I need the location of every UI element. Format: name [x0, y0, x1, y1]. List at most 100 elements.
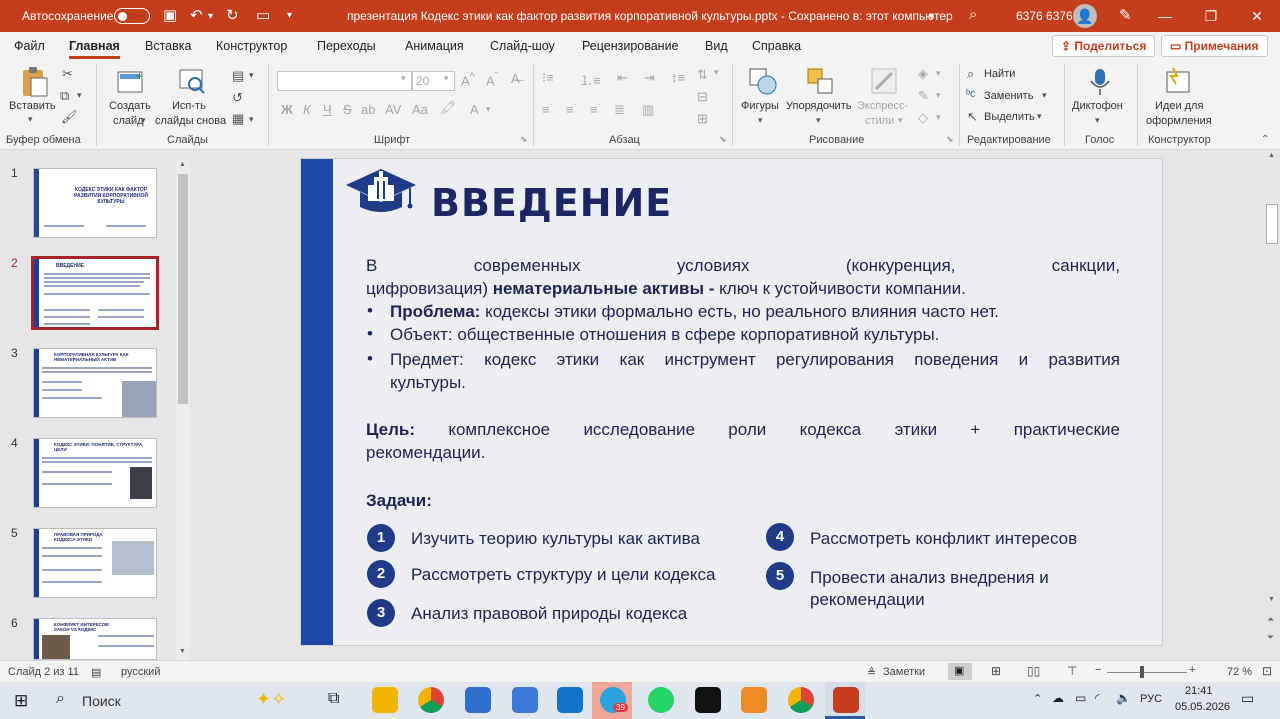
- dark-app-icon[interactable]: [695, 687, 721, 713]
- shape-fill-icon[interactable]: ◈: [918, 66, 928, 82]
- clear-format-icon[interactable]: A̶: [511, 71, 520, 86]
- search-icon[interactable]: ⌕: [969, 6, 977, 23]
- collapse-ribbon-icon[interactable]: ⌃: [1261, 134, 1269, 145]
- close-button[interactable]: ✕: [1234, 0, 1280, 32]
- notifications-icon[interactable]: ▭: [1241, 690, 1254, 707]
- align-center-icon[interactable]: ≡: [566, 102, 574, 117]
- numbering-icon[interactable]: ⒈≡: [580, 70, 601, 89]
- shapes-dropdown-icon[interactable]: ▾: [758, 115, 763, 126]
- increase-indent-icon[interactable]: ⇥: [644, 70, 655, 86]
- slide-sorter-icon[interactable]: ⊞: [991, 664, 1001, 678]
- smartart-icon[interactable]: ⊞: [697, 111, 708, 127]
- whatsapp-icon[interactable]: [648, 687, 674, 713]
- zoom-level[interactable]: 72 %: [1227, 666, 1252, 678]
- new-slide-label-1[interactable]: Создать: [109, 99, 151, 114]
- undo-dropdown-icon[interactable]: ▾: [208, 11, 213, 22]
- wifi-icon[interactable]: ◜: [1095, 691, 1100, 705]
- share-button[interactable]: ⇪ Поделиться: [1052, 35, 1156, 57]
- reading-view-icon[interactable]: ▯▯: [1027, 664, 1040, 678]
- bold-button[interactable]: Ж: [281, 102, 293, 117]
- avatar[interactable]: 👤: [1073, 4, 1097, 28]
- zoom-slider[interactable]: [1107, 672, 1187, 673]
- normal-view-button[interactable]: ▣: [948, 663, 972, 680]
- shape-outline-icon[interactable]: ✎: [918, 88, 929, 104]
- justify-icon[interactable]: ≣: [614, 102, 625, 118]
- new-slide-label-2[interactable]: слайд: [113, 114, 144, 129]
- tray-chevron-icon[interactable]: ⌃: [1033, 692, 1042, 705]
- section-icon[interactable]: ▦: [232, 111, 244, 127]
- drawing-dialog-launcher-icon[interactable]: ⬊: [946, 134, 954, 145]
- font-size-dropdown-icon[interactable]: ▾: [444, 73, 449, 84]
- present-icon[interactable]: ▭: [256, 6, 270, 24]
- tab-animations[interactable]: Анимация: [405, 39, 464, 53]
- slide-thumbnail-6[interactable]: КОНФЛИКТ ИНТЕРЕСОВ: ЗАКОН VS КОДЕКС: [33, 618, 157, 660]
- arrange-dropdown-icon[interactable]: ▾: [816, 115, 821, 126]
- zoom-in-icon[interactable]: +: [1189, 664, 1195, 676]
- title-dropdown-icon[interactable]: ▼: [927, 11, 936, 21]
- scroll-up-icon[interactable]: ▲: [1268, 152, 1275, 159]
- new-slide-icon[interactable]: +: [116, 68, 146, 98]
- zoom-slider-thumb[interactable]: [1140, 666, 1144, 678]
- tab-help[interactable]: Справка: [752, 39, 801, 53]
- align-text-icon[interactable]: ⊟: [697, 89, 708, 105]
- format-painter-icon[interactable]: 🖌: [61, 109, 78, 125]
- store-icon[interactable]: [465, 687, 491, 713]
- slide-thumbnail-3[interactable]: КОРПОРАТИВНАЯ КУЛЬТУРА КАК НЕМАТЕРИАЛЬНЫ…: [33, 348, 157, 418]
- font-name-field[interactable]: [277, 71, 412, 91]
- cut-icon[interactable]: ✂: [62, 66, 73, 82]
- new-slide-dropdown-icon[interactable]: ▾: [141, 115, 146, 126]
- scroll-up-icon[interactable]: ▲: [179, 161, 186, 168]
- layout-icon[interactable]: ▤: [232, 68, 244, 84]
- notes-icon[interactable]: ≜: [867, 666, 876, 679]
- prev-slide-icon[interactable]: ⏶: [1267, 614, 1274, 625]
- copy-dropdown-icon[interactable]: ▾: [77, 90, 82, 101]
- arrange-label[interactable]: Упорядочить: [786, 99, 851, 114]
- change-case-icon[interactable]: Aa: [412, 102, 428, 117]
- scroll-down-icon[interactable]: ▼: [1268, 596, 1275, 603]
- strikethrough-button[interactable]: S: [343, 102, 352, 117]
- shapes-icon[interactable]: [748, 67, 778, 97]
- shapes-label[interactable]: Фигуры: [741, 99, 779, 114]
- char-spacing-icon[interactable]: AV: [385, 102, 401, 117]
- font-name-dropdown-icon[interactable]: ▾: [401, 73, 406, 84]
- shrink-font-icon[interactable]: Aˇ: [486, 71, 498, 88]
- font-dialog-launcher-icon[interactable]: ⬊: [520, 134, 528, 145]
- comments-button[interactable]: ▭ Примечания: [1161, 35, 1268, 57]
- minimize-button[interactable]: —: [1142, 0, 1188, 32]
- select-label[interactable]: Выделить: [984, 110, 1035, 125]
- shape-effects-dropdown-icon[interactable]: ▾: [936, 112, 941, 123]
- copy-icon[interactable]: ⧉: [60, 88, 69, 104]
- align-left-icon[interactable]: ≡: [542, 102, 550, 117]
- tab-transitions[interactable]: Переходы: [317, 39, 376, 53]
- chrome-icon[interactable]: [418, 687, 444, 713]
- quick-styles-label-2[interactable]: стили: [865, 114, 894, 129]
- tab-design[interactable]: Конструктор: [216, 39, 287, 53]
- taskbar-search-input[interactable]: Поиск: [82, 693, 121, 709]
- quick-styles-dropdown-icon[interactable]: ▾: [898, 115, 903, 126]
- reuse-slides-icon[interactable]: [178, 68, 208, 98]
- section-dropdown-icon[interactable]: ▾: [249, 114, 254, 125]
- select-dropdown-icon[interactable]: ▾: [1037, 111, 1042, 122]
- tab-home[interactable]: Главная: [69, 39, 120, 59]
- paste-label[interactable]: Вставить: [9, 99, 56, 114]
- task-view-icon[interactable]: ⧉: [328, 690, 339, 708]
- shadow-icon[interactable]: ab: [361, 102, 375, 117]
- highlight-icon[interactable]: 🖍: [440, 100, 457, 116]
- slide-thumbnail-2[interactable]: ВВЕДЕНИЕ: [31, 256, 159, 330]
- italic-button[interactable]: К: [303, 102, 311, 117]
- decrease-indent-icon[interactable]: ⇤: [617, 70, 628, 86]
- designer-icon[interactable]: [1163, 66, 1193, 96]
- search-icon[interactable]: ⌕: [56, 690, 65, 708]
- font-color-dropdown-icon[interactable]: ▾: [486, 104, 491, 115]
- microphone-icon[interactable]: [1086, 67, 1116, 97]
- grow-font-icon[interactable]: A^: [461, 71, 475, 88]
- fit-slide-icon[interactable]: ⊡: [1262, 664, 1272, 678]
- tab-review[interactable]: Рецензирование: [582, 39, 679, 53]
- tab-insert[interactable]: Вставка: [145, 39, 191, 53]
- slide-thumbnail-4[interactable]: КОДЕКС ЭТИКИ: ПОНЯТИЕ, СТРУКТУРА, ЦЕЛИ: [33, 438, 157, 508]
- dictate-dropdown-icon[interactable]: ▾: [1095, 115, 1100, 126]
- select-icon[interactable]: ↖: [967, 109, 978, 125]
- paragraph-dialog-launcher-icon[interactable]: ⬊: [719, 134, 727, 145]
- dictate-label[interactable]: Диктофон: [1072, 99, 1123, 114]
- text-direction-dropdown-icon[interactable]: ▾: [714, 67, 719, 78]
